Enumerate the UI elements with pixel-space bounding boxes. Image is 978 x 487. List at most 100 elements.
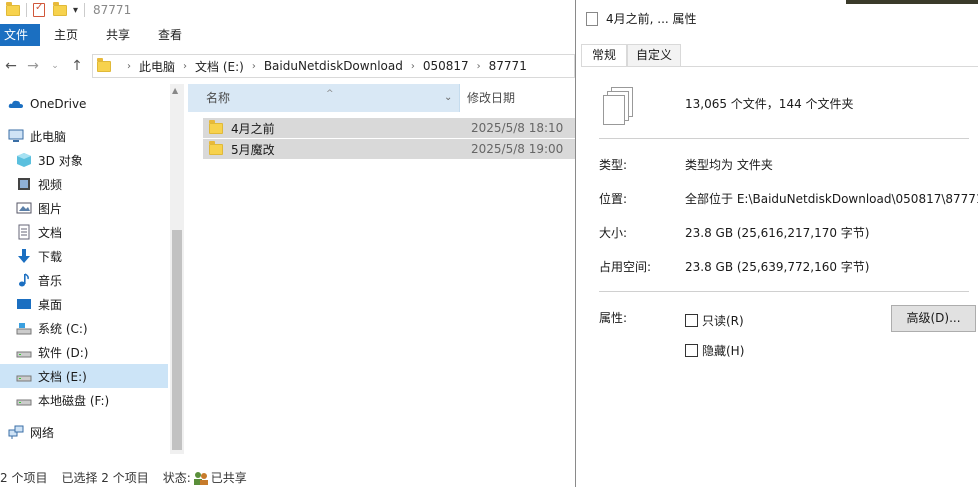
checkbox-box[interactable]	[685, 344, 698, 357]
nav-item-drive-d[interactable]: 软件 (D:)	[0, 340, 168, 364]
nav-pane-scrollbar[interactable]: ▲	[170, 84, 184, 454]
separator	[26, 3, 27, 17]
status-bar: 2 个项目 已选择 2 个项目 状态: 已共享	[0, 468, 575, 487]
size-on-disk-label: 占用空间:	[599, 260, 652, 274]
general-tab-panel: 13,065 个文件，144 个文件夹 类型: 类型均为 文件夹 位置: 全部位…	[581, 66, 978, 487]
forward-button[interactable]: →	[22, 58, 44, 74]
new-folder-quick-access-icon[interactable]	[53, 1, 67, 16]
nav-item-desktop[interactable]: 桌面	[0, 292, 168, 316]
tab-file[interactable]: 文件	[0, 24, 41, 46]
nav-item-drive-c[interactable]: 系统 (C:)	[0, 316, 168, 340]
nav-item-documents[interactable]: 文档	[0, 220, 168, 244]
checkbox-box[interactable]	[685, 314, 698, 327]
column-header-date[interactable]: 修改日期	[467, 84, 515, 112]
type-value: 类型均为 文件夹	[685, 158, 773, 172]
chevron-right-icon[interactable]: ›	[411, 61, 415, 72]
picture-icon	[16, 202, 32, 214]
nav-item-label: 此电脑	[30, 129, 67, 144]
chevron-right-icon[interactable]: ›	[127, 61, 131, 72]
tab-view[interactable]: 查看	[144, 24, 196, 46]
nav-item-downloads[interactable]: 下载	[0, 244, 168, 268]
nav-item-label: 文档	[38, 225, 63, 240]
nav-item-videos[interactable]: 视频	[0, 172, 168, 196]
shared-status: 已共享	[210, 471, 247, 485]
size-on-disk-value: 23.8 GB (25,639,772,160 字节)	[685, 260, 870, 274]
breadcrumb-item[interactable]: 文档 (E:)	[195, 58, 244, 75]
sort-ascending-icon: ^	[326, 89, 334, 99]
nav-item-label: OneDrive	[30, 97, 87, 111]
folder-icon	[209, 119, 223, 134]
nav-item-label: 视频	[38, 177, 63, 192]
hidden-checkbox[interactable]: 隐藏(H)	[685, 342, 744, 359]
chevron-right-icon[interactable]: ›	[252, 61, 256, 72]
window-title: 87771	[93, 3, 132, 17]
nav-item-this-pc[interactable]: 此电脑	[0, 124, 168, 148]
size-value: 23.8 GB (25,616,217,170 字节)	[685, 226, 870, 240]
chevron-down-icon[interactable]: ⌄	[444, 84, 452, 112]
nav-item-label: 桌面	[38, 297, 63, 312]
cube-icon	[17, 153, 31, 167]
chevron-right-icon[interactable]: ›	[477, 61, 481, 72]
music-icon	[19, 273, 29, 287]
file-name: 4月之前	[231, 121, 275, 136]
back-button[interactable]: ←	[0, 58, 22, 74]
computer-icon	[8, 129, 24, 142]
folder-icon	[209, 140, 223, 155]
nav-item-label: 音乐	[38, 273, 63, 288]
file-row[interactable]: 4月之前 2025/5/8 18:10	[203, 118, 575, 138]
breadcrumb-item[interactable]: 87771	[489, 59, 527, 73]
shared-users-icon	[193, 471, 208, 485]
status-label: 状态:	[162, 471, 191, 485]
tab-share[interactable]: 共享	[92, 24, 144, 46]
attributes-label: 属性:	[599, 311, 628, 325]
navigation-pane: OneDrive 此电脑 3D 对象 视频 图片 文档 下载 音乐 桌面 系统 …	[0, 92, 170, 454]
nav-item-music[interactable]: 音乐	[0, 268, 168, 292]
selected-count: 已选择 2 个项目	[61, 471, 149, 485]
dialog-title: 4月之前, ... 属性	[606, 12, 697, 26]
recent-locations-button[interactable]: ⌄	[44, 61, 66, 71]
column-header-name[interactable]: 名称 ^ ⌄	[188, 84, 460, 112]
location-value: 全部位于 E:\BaiduNetdiskDownload\050817\8777…	[685, 192, 978, 206]
scrollbar-thumb[interactable]	[172, 230, 182, 450]
tab-home[interactable]: 主页	[40, 24, 92, 46]
up-button[interactable]: ↑	[66, 58, 88, 74]
properties-quick-access-icon[interactable]	[33, 2, 45, 17]
download-icon	[18, 249, 30, 263]
title-bar: ▾ 87771	[0, 0, 575, 20]
breadcrumb-item[interactable]: 此电脑	[139, 58, 175, 75]
file-date: 2025/5/8 19:00	[471, 142, 564, 156]
column-header-label: 名称	[206, 91, 231, 105]
tab-general[interactable]: 常规	[581, 44, 628, 67]
multiple-files-icon	[583, 11, 598, 30]
folder-icon	[97, 57, 111, 72]
scroll-up-arrow-icon[interactable]: ▲	[172, 86, 178, 95]
address-bar[interactable]: › 此电脑 › 文档 (E:) › BaiduNetdiskDownload › 050…	[92, 54, 575, 78]
nav-item-label: 网络	[30, 425, 55, 440]
nav-item-label: 文档 (E:)	[38, 369, 87, 384]
nav-item-label: 3D 对象	[38, 153, 83, 168]
nav-item-label: 软件 (D:)	[38, 345, 89, 360]
chevron-right-icon[interactable]: ›	[183, 61, 187, 72]
file-date: 2025/5/8 18:10	[471, 121, 564, 135]
properties-dialog: 4月之前, ... 属性 常规 自定义 13,065 个文件，144 个文件夹 …	[575, 0, 978, 487]
file-row[interactable]: 5月魔改 2025/5/8 19:00	[203, 139, 575, 159]
drive-icon	[16, 351, 32, 358]
readonly-checkbox[interactable]: 只读(R)	[685, 312, 744, 329]
item-count: 2 个项目	[0, 471, 48, 485]
nav-item-pictures[interactable]: 图片	[0, 196, 168, 220]
advanced-button[interactable]: 高级(D)...	[891, 305, 976, 332]
tab-custom[interactable]: 自定义	[627, 44, 682, 66]
nav-item-onedrive[interactable]: OneDrive	[0, 92, 168, 116]
breadcrumb-item[interactable]: BaiduNetdiskDownload	[264, 59, 403, 73]
customize-quick-access-icon[interactable]: ▾	[73, 5, 78, 16]
nav-item-drive-e[interactable]: 文档 (E:)	[0, 364, 168, 388]
nav-item-drive-f[interactable]: 本地磁盘 (F:)	[0, 388, 168, 412]
drive-icon	[16, 399, 32, 406]
nav-item-3d-objects[interactable]: 3D 对象	[0, 148, 168, 172]
dialog-tabs: 常规 自定义	[581, 44, 682, 67]
separator	[84, 3, 86, 17]
navigation-bar: ← → ⌄ ↑ › 此电脑 › 文档 (E:) › BaiduNetdiskDownl…	[0, 54, 575, 78]
breadcrumb-item[interactable]: 050817	[423, 59, 469, 73]
nav-item-network[interactable]: 网络	[0, 420, 168, 444]
ribbon-tabs: 文件 主页 共享 查看	[0, 24, 575, 46]
